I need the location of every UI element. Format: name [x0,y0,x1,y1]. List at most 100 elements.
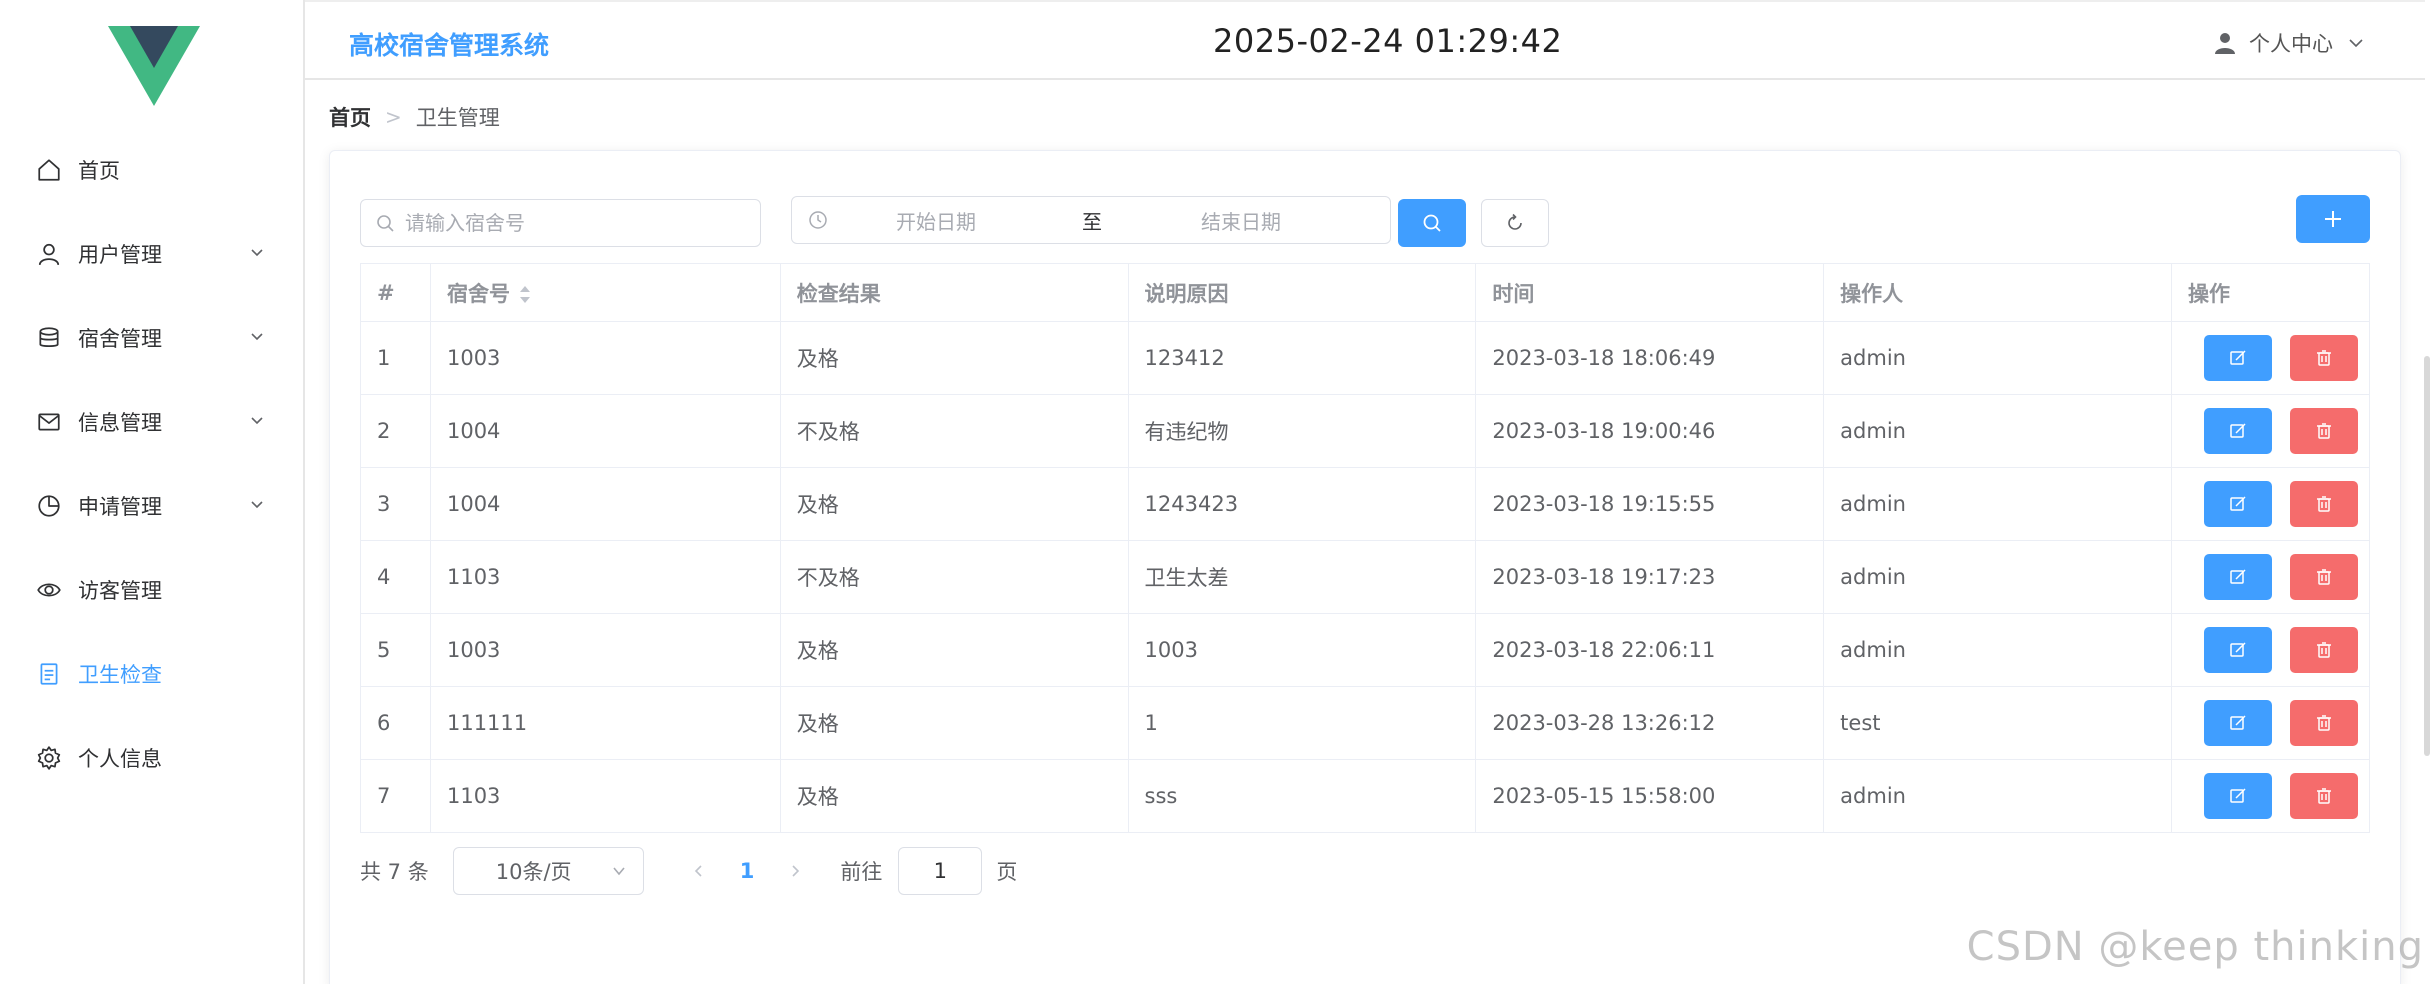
current-time: 2025-02-24 01:29:42 [1213,22,1563,60]
add-button[interactable] [2296,195,2370,243]
edit-button[interactable] [2203,773,2272,819]
edit-button[interactable] [2203,554,2272,600]
sidebar-item-label: 信息管理 [78,411,162,435]
table-cell-actions [2171,467,2371,541]
table-row: 1 1003 及格 123412 2023-03-18 18:06:49 admin [360,321,2371,395]
table-cell-actions [2171,321,2371,395]
search-button[interactable] [1398,199,1466,247]
table-cell: 不及格 [780,394,1129,468]
delete-button[interactable] [2289,554,2358,600]
breadcrumb-home[interactable]: 首页 [329,102,371,132]
chevron-down-icon [251,417,263,425]
breadcrumb-separator: > [385,105,402,129]
delete-button[interactable] [2289,773,2358,819]
date-end-placeholder[interactable]: 结束日期 [1201,206,1281,235]
pagination: 共 7 条 10条/页 1 前往 页 [360,847,1017,895]
edit-button[interactable] [2203,627,2272,673]
delete-button[interactable] [2289,408,2358,454]
column-header-label: 操作 [2187,281,2230,306]
table-cell: 4 [360,540,431,614]
table-cell: 及格 [780,613,1129,687]
sidebar-item-label: 用户管理 [78,243,162,267]
page-size-select[interactable]: 10条/页 [452,847,644,895]
sidebar-item-4[interactable]: 申请管理 [0,464,303,548]
home-icon [36,157,62,183]
total-count: 共 7 条 [360,860,429,884]
table-cell: 7 [360,759,431,833]
sidebar-item-0[interactable]: 首页 [0,128,303,212]
date-range-picker[interactable]: 开始日期 至 结束日期 [791,196,1391,244]
user-avatar-icon [2215,33,2235,54]
table-cell: 2023-03-18 19:00:46 [1475,394,1825,468]
user-center-label: 个人中心 [2249,32,2333,56]
reset-button[interactable] [1481,199,1549,247]
table-cell: 2023-03-18 19:17:23 [1475,540,1825,614]
table-row: 3 1004 及格 1243423 2023-03-18 19:15:55 admin [360,467,2371,541]
table-cell: 2023-05-15 15:58:00 [1475,759,1825,833]
table-cell: 1004 [430,467,781,541]
column-header-1[interactable]: 宿舍号 [430,263,781,322]
delete-button[interactable] [2289,627,2358,673]
page-scrollbar[interactable] [2424,356,2430,756]
table-cell: 1003 [1128,613,1477,687]
column-header-label: 宿舍号 [446,281,510,306]
delete-button[interactable] [2289,335,2358,381]
user-icon [36,241,62,267]
sidebar-item-7[interactable]: 个人信息 [0,716,303,800]
table-cell: admin [1823,321,2172,395]
column-header-5: 操作人 [1823,263,2172,322]
edit-icon [2230,496,2246,511]
table-cell: 及格 [780,686,1129,760]
table-cell: 3 [360,467,431,541]
table-cell: admin [1823,613,2172,687]
page-size-value: 10条/页 [495,860,572,884]
trash-icon [2316,569,2331,585]
table-cell: 111111 [430,686,781,760]
goto-page-input[interactable] [898,847,983,895]
edit-icon [2230,423,2246,438]
trash-icon [2316,715,2331,731]
database-icon [36,325,62,351]
date-start-placeholder[interactable]: 开始日期 [896,206,976,235]
dorm-search-box[interactable] [360,199,761,247]
edit-icon [2230,569,2246,584]
sidebar: 首页用户管理宿舍管理信息管理申请管理访客管理卫生检查 个人信息 [0,0,305,984]
user-center-dropdown[interactable]: 个人中心 [2213,28,2365,58]
table-cell: 有违纪物 [1128,394,1477,468]
page-number-current[interactable]: 1 [740,859,755,883]
table-row: 7 1103 及格 sss 2023-05-15 15:58:00 admin [360,759,2371,833]
edit-button[interactable] [2203,408,2272,454]
next-page-button[interactable] [780,863,810,879]
watermark: CSDN @keep thinking [1966,924,2424,970]
table-cell-actions [2171,759,2371,833]
table-cell: admin [1823,759,2172,833]
sidebar-item-6[interactable]: 卫生检查 [0,632,303,716]
table-cell: 6 [360,686,431,760]
sidebar-item-3[interactable]: 信息管理 [0,380,303,464]
eye-icon [36,577,62,603]
table-cell-actions [2171,394,2371,468]
delete-button[interactable] [2289,700,2358,746]
table-cell: 1003 [430,613,781,687]
sidebar-item-1[interactable]: 用户管理 [0,212,303,296]
dorm-search-input[interactable] [405,211,745,235]
prev-page-button[interactable] [684,863,714,879]
edit-button[interactable] [2203,335,2272,381]
edit-button[interactable] [2203,481,2272,527]
table-cell: 123412 [1128,321,1477,395]
edit-icon [2230,788,2246,803]
sidebar-item-2[interactable]: 宿舍管理 [0,296,303,380]
edit-button[interactable] [2203,700,2272,746]
column-header-6: 操作 [2171,263,2371,322]
sidebar-item-label: 访客管理 [78,579,162,603]
table-cell: 2023-03-18 19:15:55 [1475,467,1825,541]
column-header-3: 说明原因 [1128,263,1477,322]
table-cell: 2023-03-18 22:06:11 [1475,613,1825,687]
sidebar-item-5[interactable]: 访客管理 [0,548,303,632]
sort-caret-icon[interactable] [518,284,532,306]
delete-button[interactable] [2289,481,2358,527]
column-header-label: 时间 [1492,281,1535,306]
table-row: 5 1003 及格 1003 2023-03-18 22:06:11 admin [360,613,2371,687]
column-header-0: # [360,263,431,322]
table-cell: 不及格 [780,540,1129,614]
